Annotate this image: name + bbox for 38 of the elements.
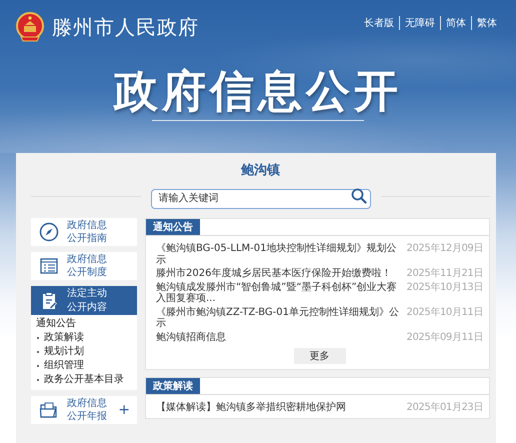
section-tab[interactable]: 通知公告 (146, 219, 200, 235)
sidebar-item[interactable]: 法定主动 公开内容 (31, 286, 137, 315)
more-button[interactable]: 更多 (294, 348, 346, 364)
list-icon (39, 256, 59, 276)
news-link[interactable]: 【媒体解读】鲍沟镇多举措织密耕地保护网 (156, 402, 400, 414)
news-link[interactable]: 《鲍沟镇BG-05-LLM-01地块控制性详细规划》规划公示 (156, 243, 400, 266)
header-link[interactable]: 繁体 (471, 16, 502, 30)
site-title: 滕州市人民政府 (52, 14, 199, 40)
news-date: 2025年01月23日 (406, 402, 483, 414)
news-date: 2025年10月11日 (406, 306, 483, 318)
news-link[interactable]: 《滕州市鲍沟镇ZZ-TZ-BG-01单元控制性详细规划》公示 (156, 306, 400, 330)
sidebar-item[interactable]: 政府信息 公开指南 (31, 218, 137, 246)
header-link[interactable]: 长者版 (359, 16, 399, 30)
header-link[interactable]: 无障碍 (399, 16, 440, 30)
submenu-item[interactable]: 政务公开基本目录 (37, 374, 124, 386)
submenu-item[interactable]: 政策解读 (37, 332, 84, 344)
submenu-item[interactable]: 通知公告 (36, 318, 76, 330)
news-date: 2025年09月11日 (406, 332, 483, 343)
town-title: 鲍沟镇 (240, 162, 281, 179)
expand-symbol[interactable]: + (118, 400, 130, 420)
news-date: 2025年10月13日 (406, 282, 483, 293)
sidebar-item[interactable]: 政府信息 公开制度 (31, 252, 137, 280)
news-link[interactable]: 鲍沟镇招商信息 (156, 332, 400, 343)
news-link[interactable]: 鲍沟镇成发滕州市“智创鲁城”暨“墨子科创杯”创业大赛入围复赛项... (156, 282, 400, 304)
emblem-icon (16, 12, 44, 42)
submenu-item[interactable]: 规划计划 (37, 346, 84, 358)
header-link[interactable]: 简体 (440, 16, 471, 30)
sidebar-item[interactable]: 政府信息 公开年报 + (31, 396, 137, 424)
folder-icon (39, 400, 59, 420)
submenu-item[interactable]: 组织管理 (37, 360, 84, 372)
search-field[interactable]: 请输入关键词 (150, 188, 370, 208)
compass-icon (39, 222, 59, 242)
news-link[interactable]: 滕州市2026年度城乡居民基本医疗保险开始缴费啦！ (156, 268, 400, 280)
search-icon[interactable] (350, 188, 366, 204)
news-date: 2025年12月09日 (406, 243, 483, 254)
section-tab[interactable]: 政策解读 (146, 378, 200, 394)
banner-title: 政府信息公开 (114, 68, 402, 116)
news-date: 2025年11月21日 (406, 268, 483, 280)
